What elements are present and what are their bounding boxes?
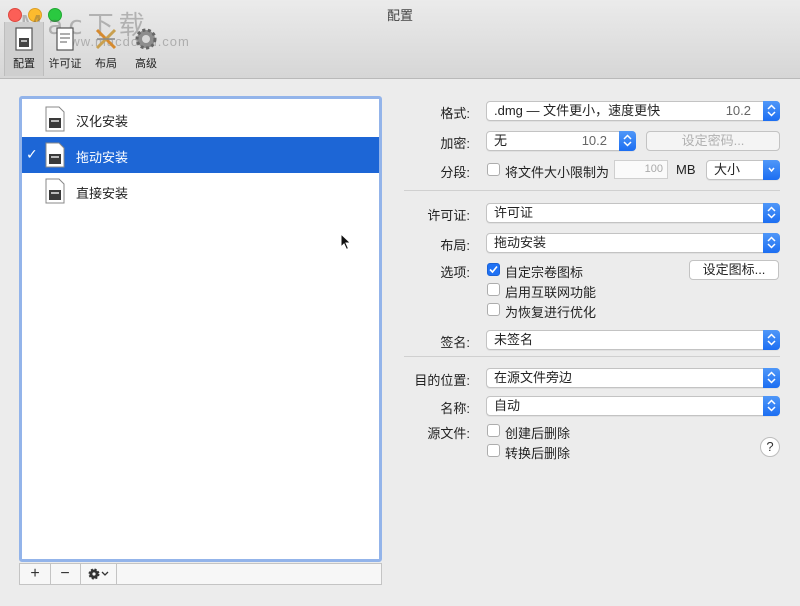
signature-value: 未签名 [494,332,534,347]
segment-size-popup[interactable]: 大小 [706,160,780,180]
name-popup[interactable]: 自动 [486,396,780,416]
license-value: 许可证 [494,205,534,220]
name-value: 自动 [494,398,521,413]
popup-arrows-icon [619,131,636,151]
list-item-label: 汉化安装 [76,114,129,129]
custom-volume-icon-checkbox[interactable] [487,263,500,276]
segment-label: 分段: [440,165,470,180]
signature-popup[interactable]: 未签名 [486,330,780,350]
toolbar-advanced-label: 高级 [135,58,157,70]
options-label: 选项: [440,265,470,280]
optimize-restore-label: 为恢复进行优化 [505,305,597,320]
segment-size-field[interactable]: 100 [614,160,668,179]
popup-arrows-icon [763,233,780,253]
optimize-restore-checkbox[interactable] [487,303,500,316]
popup-arrows-icon [763,396,780,416]
format-version: 10.2 [725,103,751,118]
segment-checkbox[interactable] [487,163,500,176]
name-label: 名称: [440,401,470,416]
popup-arrows-icon [763,160,780,180]
list-item-label: 拖动安装 [76,150,129,165]
list-item[interactable]: 汉化安装 [22,101,379,137]
list-item[interactable]: 直接安装 [22,173,379,209]
checkmark-icon [489,265,498,274]
remove-item-button[interactable]: − [50,564,81,584]
layout-value: 拖动安装 [494,235,547,250]
delete-after-create-checkbox[interactable] [487,424,500,437]
custom-volume-icon-label: 自定宗卷图标 [505,265,584,280]
signature-label: 签名: [440,335,470,350]
internet-enabled-label: 启用互联网功能 [505,285,597,300]
toolbar-license[interactable]: 许可证 [44,22,86,76]
popup-arrows-icon [763,101,780,121]
popup-arrows-icon [763,368,780,388]
gear-icon [135,28,157,50]
destination-value: 在源文件旁边 [494,370,573,385]
license-label: 许可证: [427,208,470,223]
internet-enabled-checkbox[interactable] [487,283,500,296]
encryption-label: 加密: [440,136,470,151]
document-icon [45,106,65,132]
toolbar-advanced[interactable]: 高级 [128,22,164,76]
add-item-button[interactable]: + [20,564,51,584]
divider [404,356,780,357]
encryption-value: 无 [494,133,508,148]
layout-popup[interactable]: 拖动安装 [486,233,780,253]
list-item-label: 直接安装 [76,186,129,201]
list-footer: + − [19,563,382,585]
toolbar-layout-label: 布局 [95,58,117,70]
format-label: 格式: [440,106,470,121]
set-password-button[interactable]: 设定密码... [646,131,780,151]
delete-after-convert-checkbox[interactable] [487,444,500,457]
config-icon [15,27,33,51]
toolbar-config-label: 配置 [13,58,35,70]
popup-arrows-icon [763,203,780,223]
source-file-label: 源文件: [427,426,470,441]
divider [404,190,780,191]
destination-popup[interactable]: 在源文件旁边 [486,368,780,388]
toolbar-license-label: 许可证 [48,58,82,70]
format-popup[interactable]: .dmg — 文件更小，速度更快 10.2 [486,101,780,121]
layout-icon [95,28,117,50]
layout-label: 布局: [440,238,470,253]
toolbar-layout[interactable]: 布局 [88,22,124,76]
document-icon [45,142,65,168]
set-icon-button[interactable]: 设定图标... [689,260,779,280]
encryption-popup[interactable]: 无 10.2 [486,131,636,151]
format-value: .dmg — 文件更小，速度更快 [494,103,661,118]
segment-size-popup-value: 大小 [714,162,741,177]
window-toolbar: Mac下载 www.macdown.com 配置 配置 许可证 布局 高级 [0,0,800,79]
checkmark-icon: ✓ [26,146,38,162]
delete-after-convert-label: 转换后删除 [505,446,571,461]
toolbar-config[interactable]: 配置 [4,22,44,76]
segment-unit: MB [676,162,696,177]
popup-arrows-icon [763,330,780,350]
installer-list[interactable]: 汉化安装 ✓ 拖动安装 直接安装 [19,96,382,562]
segment-checkbox-label: 将文件大小限制为 [505,165,610,180]
destination-label: 目的位置: [414,373,470,388]
delete-after-create-label: 创建后删除 [505,426,571,441]
help-button[interactable]: ? [760,437,780,457]
license-icon [56,27,74,51]
action-menu-button[interactable] [80,564,117,584]
gear-menu-icon [88,568,109,580]
encryption-version: 10.2 [581,133,607,148]
list-item-selected[interactable]: ✓ 拖动安装 [22,137,379,173]
license-popup[interactable]: 许可证 [486,203,780,223]
document-icon [45,178,65,204]
